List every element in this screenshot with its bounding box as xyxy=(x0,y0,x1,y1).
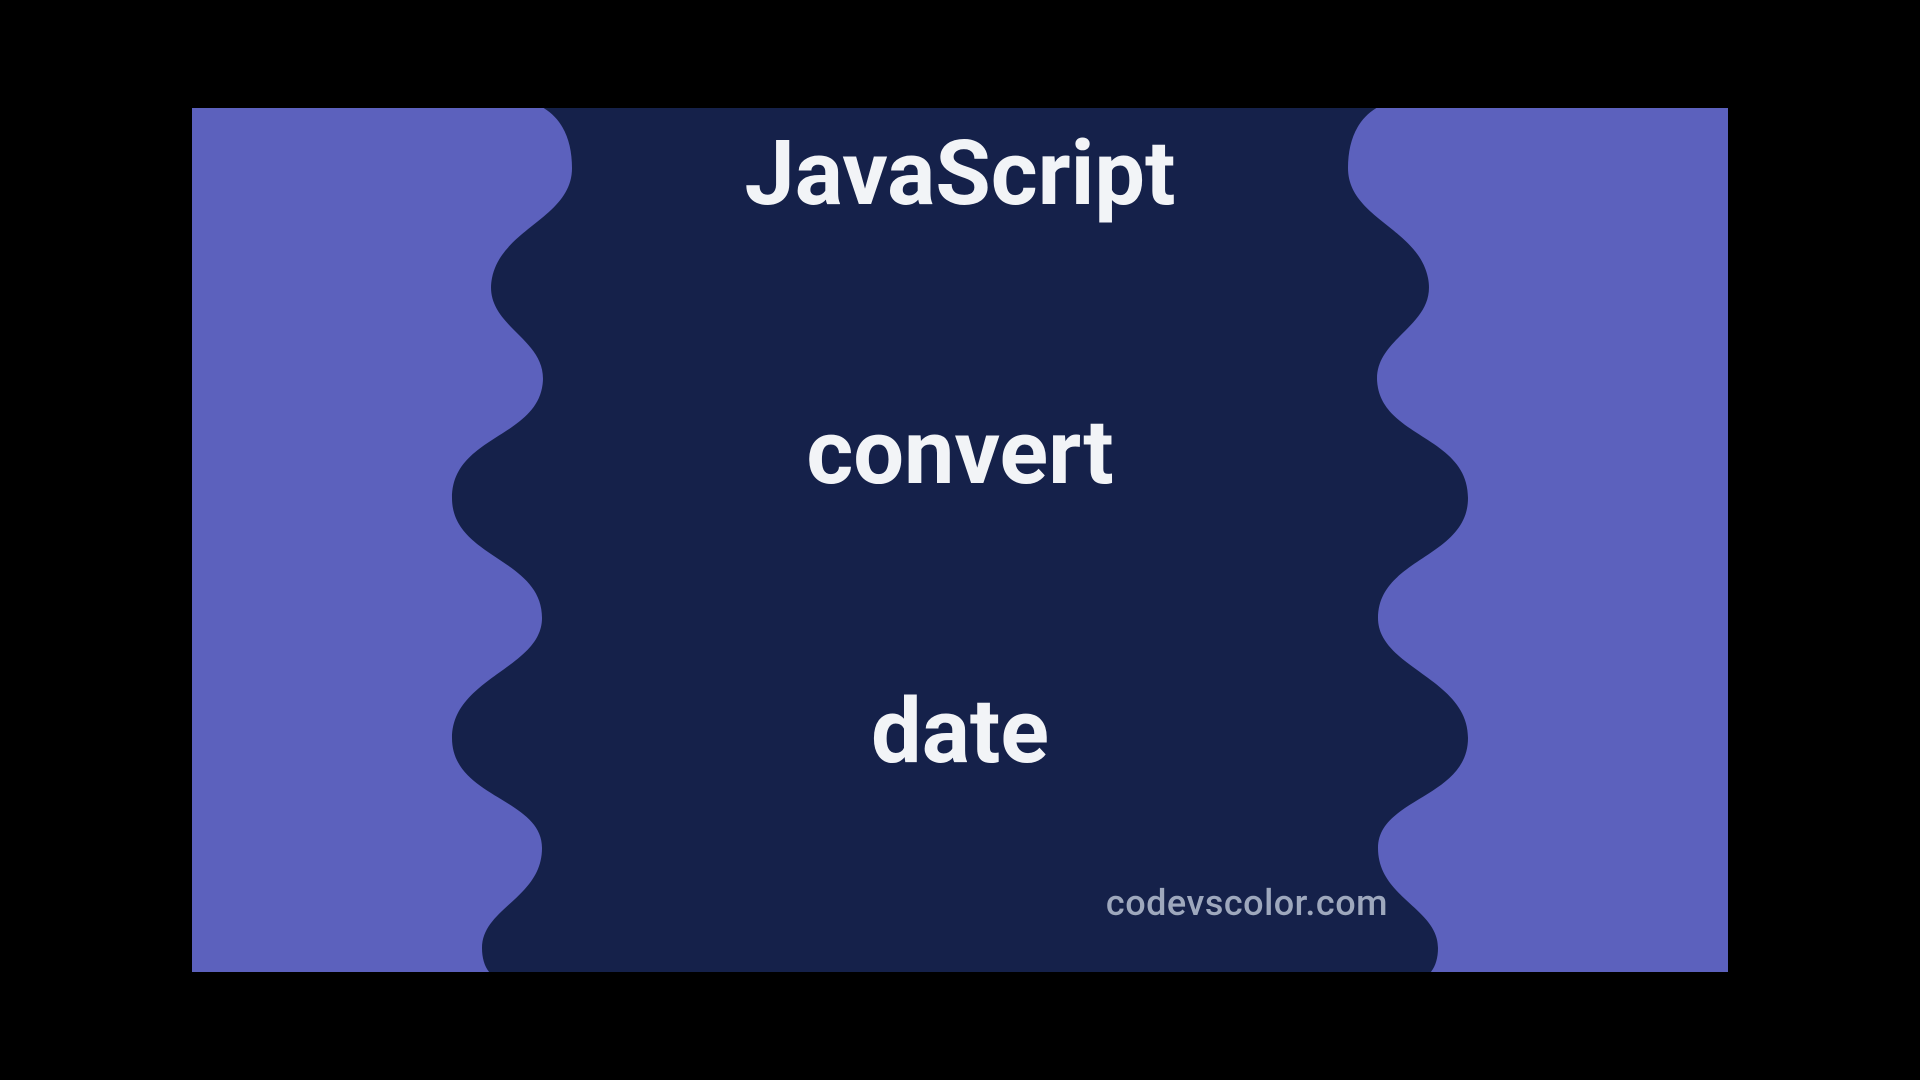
headline-text: JavaScript convert date to number xyxy=(744,108,1175,972)
headline-line-4: to number xyxy=(753,958,1166,972)
headline-line-3: date xyxy=(871,679,1049,784)
site-credit: codevscolor.com xyxy=(1106,882,1388,924)
headline-line-1: JavaScript xyxy=(744,121,1175,226)
card-graphic: JavaScript convert date to number codevs… xyxy=(192,108,1728,972)
headline-line-2: convert xyxy=(806,400,1113,505)
